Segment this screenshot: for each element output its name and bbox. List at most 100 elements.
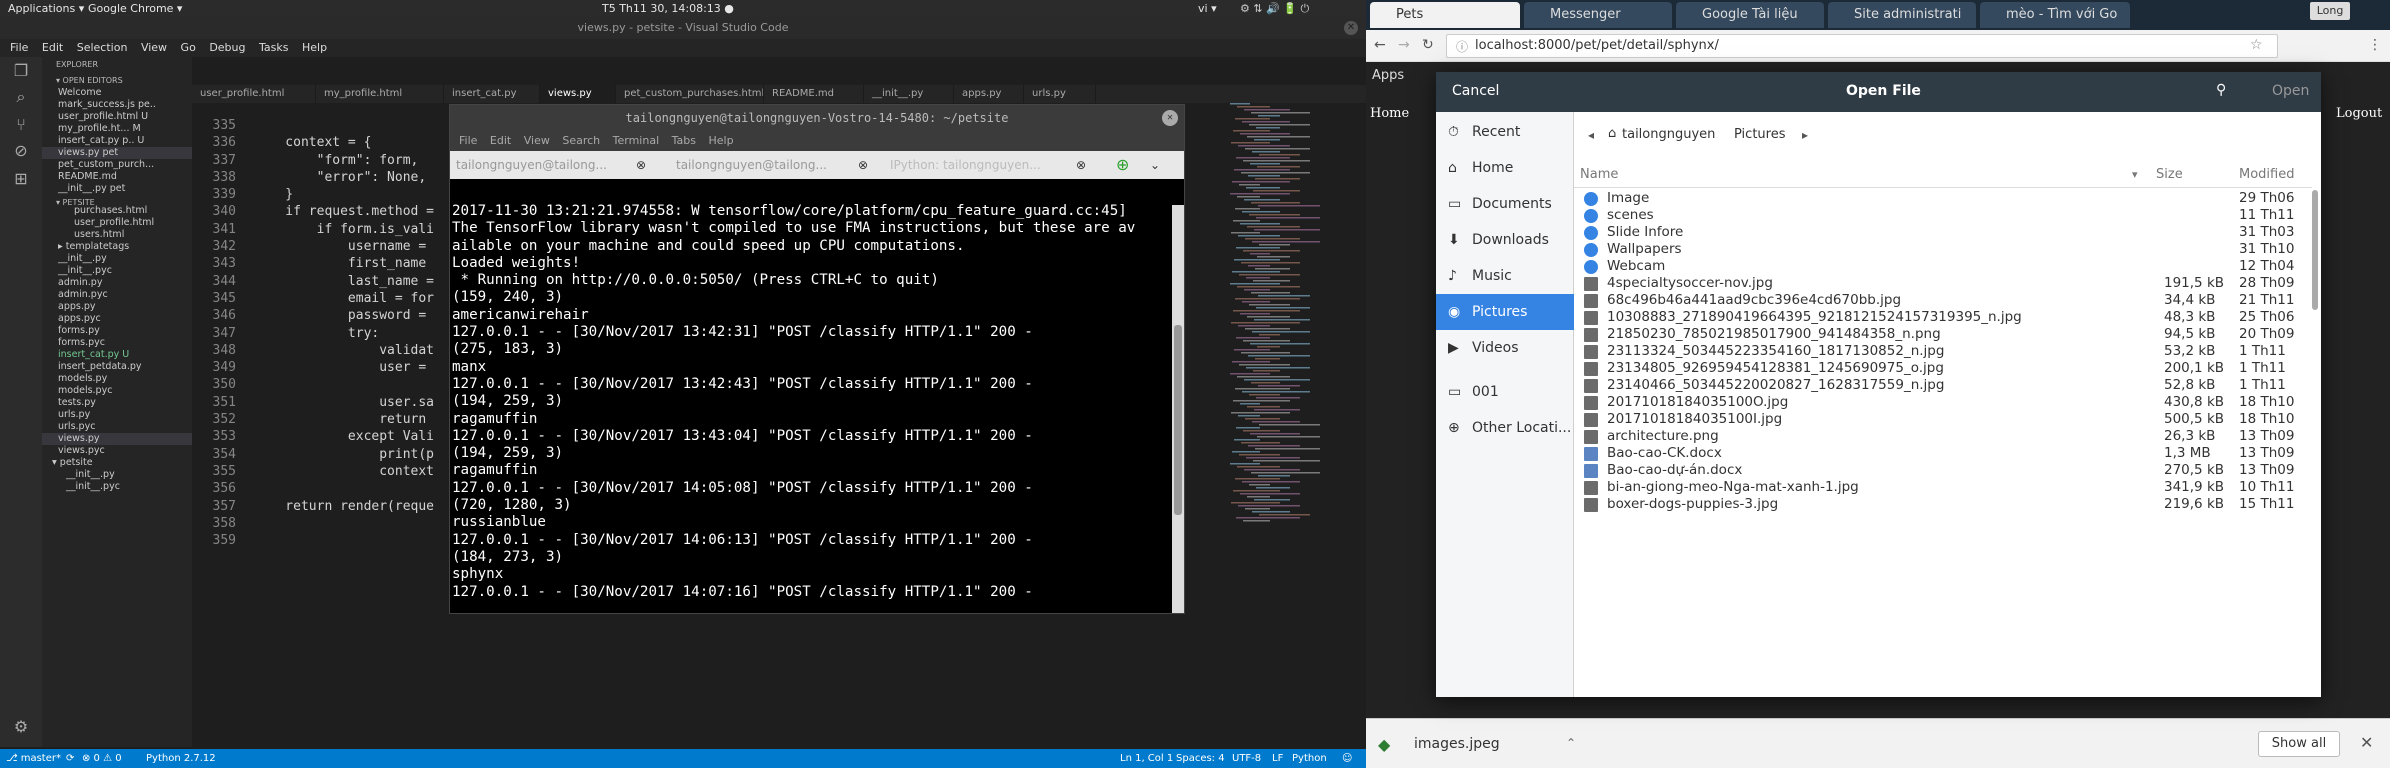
file-row[interactable]: 20171018184035100O.jpg 430,8 kB 18 Th10	[1574, 394, 2312, 411]
column-name[interactable]: Name	[1580, 162, 1618, 188]
file-tree-item[interactable]: __init__.py	[42, 469, 192, 481]
close-icon[interactable]: ⊗	[1076, 151, 1086, 179]
search-icon[interactable]: ⚲	[2216, 82, 2226, 98]
back-icon[interactable]: ←	[1374, 37, 1386, 53]
file-row[interactable]: boxer-dogs-puppies-3.jpg 219,6 kB 15 Th11	[1574, 496, 2312, 513]
close-icon[interactable]: ✕	[2360, 733, 2373, 752]
file-row[interactable]: architecture.png 26,3 kB 13 Th09	[1574, 428, 2312, 445]
eol[interactable]: LF	[1272, 749, 1283, 768]
code-line[interactable]: except Vali	[254, 428, 434, 445]
menu-file[interactable]: File	[10, 41, 28, 54]
language-mode[interactable]: Python	[1292, 749, 1327, 768]
file-tree-item[interactable]: forms.pyc	[42, 337, 192, 349]
editor-tab[interactable]: apps.py	[954, 85, 1024, 103]
code-line[interactable]: return render(reque	[254, 498, 434, 515]
source-control-icon[interactable]: ⑂	[10, 115, 32, 137]
menu-debug[interactable]: Debug	[209, 41, 245, 54]
open-button[interactable]: Open	[2272, 83, 2309, 99]
star-icon[interactable]: ☆	[2250, 37, 2263, 53]
problems-count[interactable]: ⊗ 0 ⚠ 0	[82, 749, 122, 768]
file-tree-item[interactable]: __init__.pyc	[42, 481, 192, 493]
download-item[interactable]: images.jpeg	[1414, 736, 1500, 752]
editor-tab[interactable]: user_profile.html	[192, 85, 316, 103]
editor-tab[interactable]: urls.py	[1024, 85, 1096, 103]
file-tree-item[interactable]: __init__.pyc	[42, 265, 192, 277]
file-tree-item[interactable]: urls.py	[42, 409, 192, 421]
chevron-down-icon[interactable]: ⌄	[1150, 151, 1160, 179]
editor-tab[interactable]: pet_custom_purchases.html	[616, 85, 764, 103]
language-indicator[interactable]: vi ▾	[1198, 0, 1217, 17]
close-icon[interactable]: ⊗	[858, 151, 868, 179]
chevron-right-icon[interactable]: ▸	[1802, 128, 1808, 142]
file-row[interactable]: 23134805_926959454128381_1245690975_o.jp…	[1574, 360, 2312, 377]
code-line[interactable]: user.sa	[254, 394, 434, 411]
open-editor-item[interactable]: views.py pet	[42, 147, 192, 159]
open-editor-item[interactable]: __init__.py pet	[42, 183, 192, 195]
file-tree-item[interactable]: users.html	[42, 229, 192, 241]
menu-view[interactable]: View	[141, 41, 167, 54]
places-item[interactable]: ▭ 001	[1436, 374, 1574, 410]
close-icon[interactable]: ✕	[1162, 110, 1178, 126]
tab-google-docs[interactable]: Google Tài liệu	[1676, 2, 1824, 28]
bookmark-apps[interactable]: Apps	[1372, 68, 1404, 83]
code-line[interactable]: context = {	[254, 134, 434, 151]
term-menu-view[interactable]: View	[524, 134, 550, 147]
file-tree-item[interactable]: ▾ petsite	[42, 457, 192, 469]
menu-help[interactable]: Help	[302, 41, 327, 54]
code-line[interactable]: try:	[254, 325, 434, 342]
places-item[interactable]: ♪ Music	[1436, 258, 1574, 294]
code-line[interactable]: return	[254, 411, 434, 428]
cursor-position[interactable]: Ln 1, Col 1	[1120, 749, 1173, 768]
code-line[interactable]: context	[254, 463, 434, 480]
file-row[interactable]: bi-an-giong-meo-Nga-mat-xanh-1.jpg 341,9 …	[1574, 479, 2312, 496]
file-list-scrollbar[interactable]	[2312, 190, 2318, 310]
sort-down-icon[interactable]: ▾	[2132, 162, 2138, 188]
file-tree-item[interactable]: models.pyc	[42, 385, 192, 397]
code-line[interactable]: password =	[254, 307, 434, 324]
term-menu-edit[interactable]: Edit	[490, 134, 511, 147]
menu-selection[interactable]: Selection	[77, 41, 128, 54]
open-editor-item[interactable]: user_profile.html U	[42, 111, 192, 123]
editor-tab[interactable]: insert_cat.py	[444, 85, 540, 103]
terminal-tab[interactable]: tailongnguyen@tailong...	[456, 151, 607, 179]
smiley-icon[interactable]: ☺	[1342, 749, 1352, 768]
tab-meo-search[interactable]: mèo - Tìm với Go	[1980, 2, 2130, 28]
file-row[interactable]: 23140466_503445220020827_1628317559_n.jp…	[1574, 377, 2312, 394]
open-editor-item[interactable]: README.md	[42, 171, 192, 183]
file-tree-item[interactable]: urls.pyc	[42, 421, 192, 433]
tab-pets[interactable]: Pets	[1370, 2, 1520, 28]
open-editor-item[interactable]: Welcome	[42, 87, 192, 99]
chrome-app-menu[interactable]: Google Chrome ▾	[88, 0, 182, 17]
code-line[interactable]: "form": form,	[254, 152, 434, 169]
file-tree-item[interactable]: views.pyc	[42, 445, 192, 457]
show-all-button[interactable]: Show all	[2258, 731, 2340, 757]
extensions-icon[interactable]: ⊞	[10, 169, 32, 191]
reload-icon[interactable]: ↻	[1422, 37, 1434, 53]
file-row[interactable]: Webcam 12 Th04	[1574, 258, 2312, 275]
editor-tab[interactable]: my_profile.html	[316, 85, 444, 103]
code-line[interactable]: last_name =	[254, 273, 434, 290]
code-line[interactable]: first_name	[254, 255, 434, 272]
file-tree-item[interactable]: admin.py	[42, 277, 192, 289]
file-row[interactable]: Wallpapers 31 Th10	[1574, 241, 2312, 258]
file-tree-item[interactable]: ▸ templatetags	[42, 241, 192, 253]
open-editor-item[interactable]: mark_success.js pe..	[42, 99, 192, 111]
sync-icon[interactable]: ⟳	[66, 749, 74, 768]
column-size[interactable]: Size	[2156, 162, 2183, 188]
terminal-tab[interactable]: tailongnguyen@tailong...	[676, 151, 827, 179]
file-row[interactable]: scenes 11 Th11	[1574, 207, 2312, 224]
nav-logout[interactable]: Logout	[2336, 106, 2382, 121]
file-row[interactable]: 10308883_271890419664395_921812152415731…	[1574, 309, 2312, 326]
code-line[interactable]	[254, 117, 434, 134]
code-line[interactable]	[254, 515, 434, 532]
file-tree-item[interactable]: apps.pyc	[42, 313, 192, 325]
term-menu-tabs[interactable]: Tabs	[672, 134, 696, 147]
file-row[interactable]: Slide Infore 31 Th03	[1574, 224, 2312, 241]
places-item[interactable]: ⊕ Other Locati...	[1436, 410, 1574, 446]
file-tree-item[interactable]: forms.py	[42, 325, 192, 337]
code-line[interactable]: print(p	[254, 446, 434, 463]
file-tree-item[interactable]: insert_petdata.py	[42, 361, 192, 373]
menu-edit[interactable]: Edit	[42, 41, 63, 54]
file-row[interactable]: 4specialtysoccer-nov.jpg 191,5 kB 28 Th09	[1574, 275, 2312, 292]
chevron-up-icon[interactable]: ⌃	[1566, 736, 1576, 750]
